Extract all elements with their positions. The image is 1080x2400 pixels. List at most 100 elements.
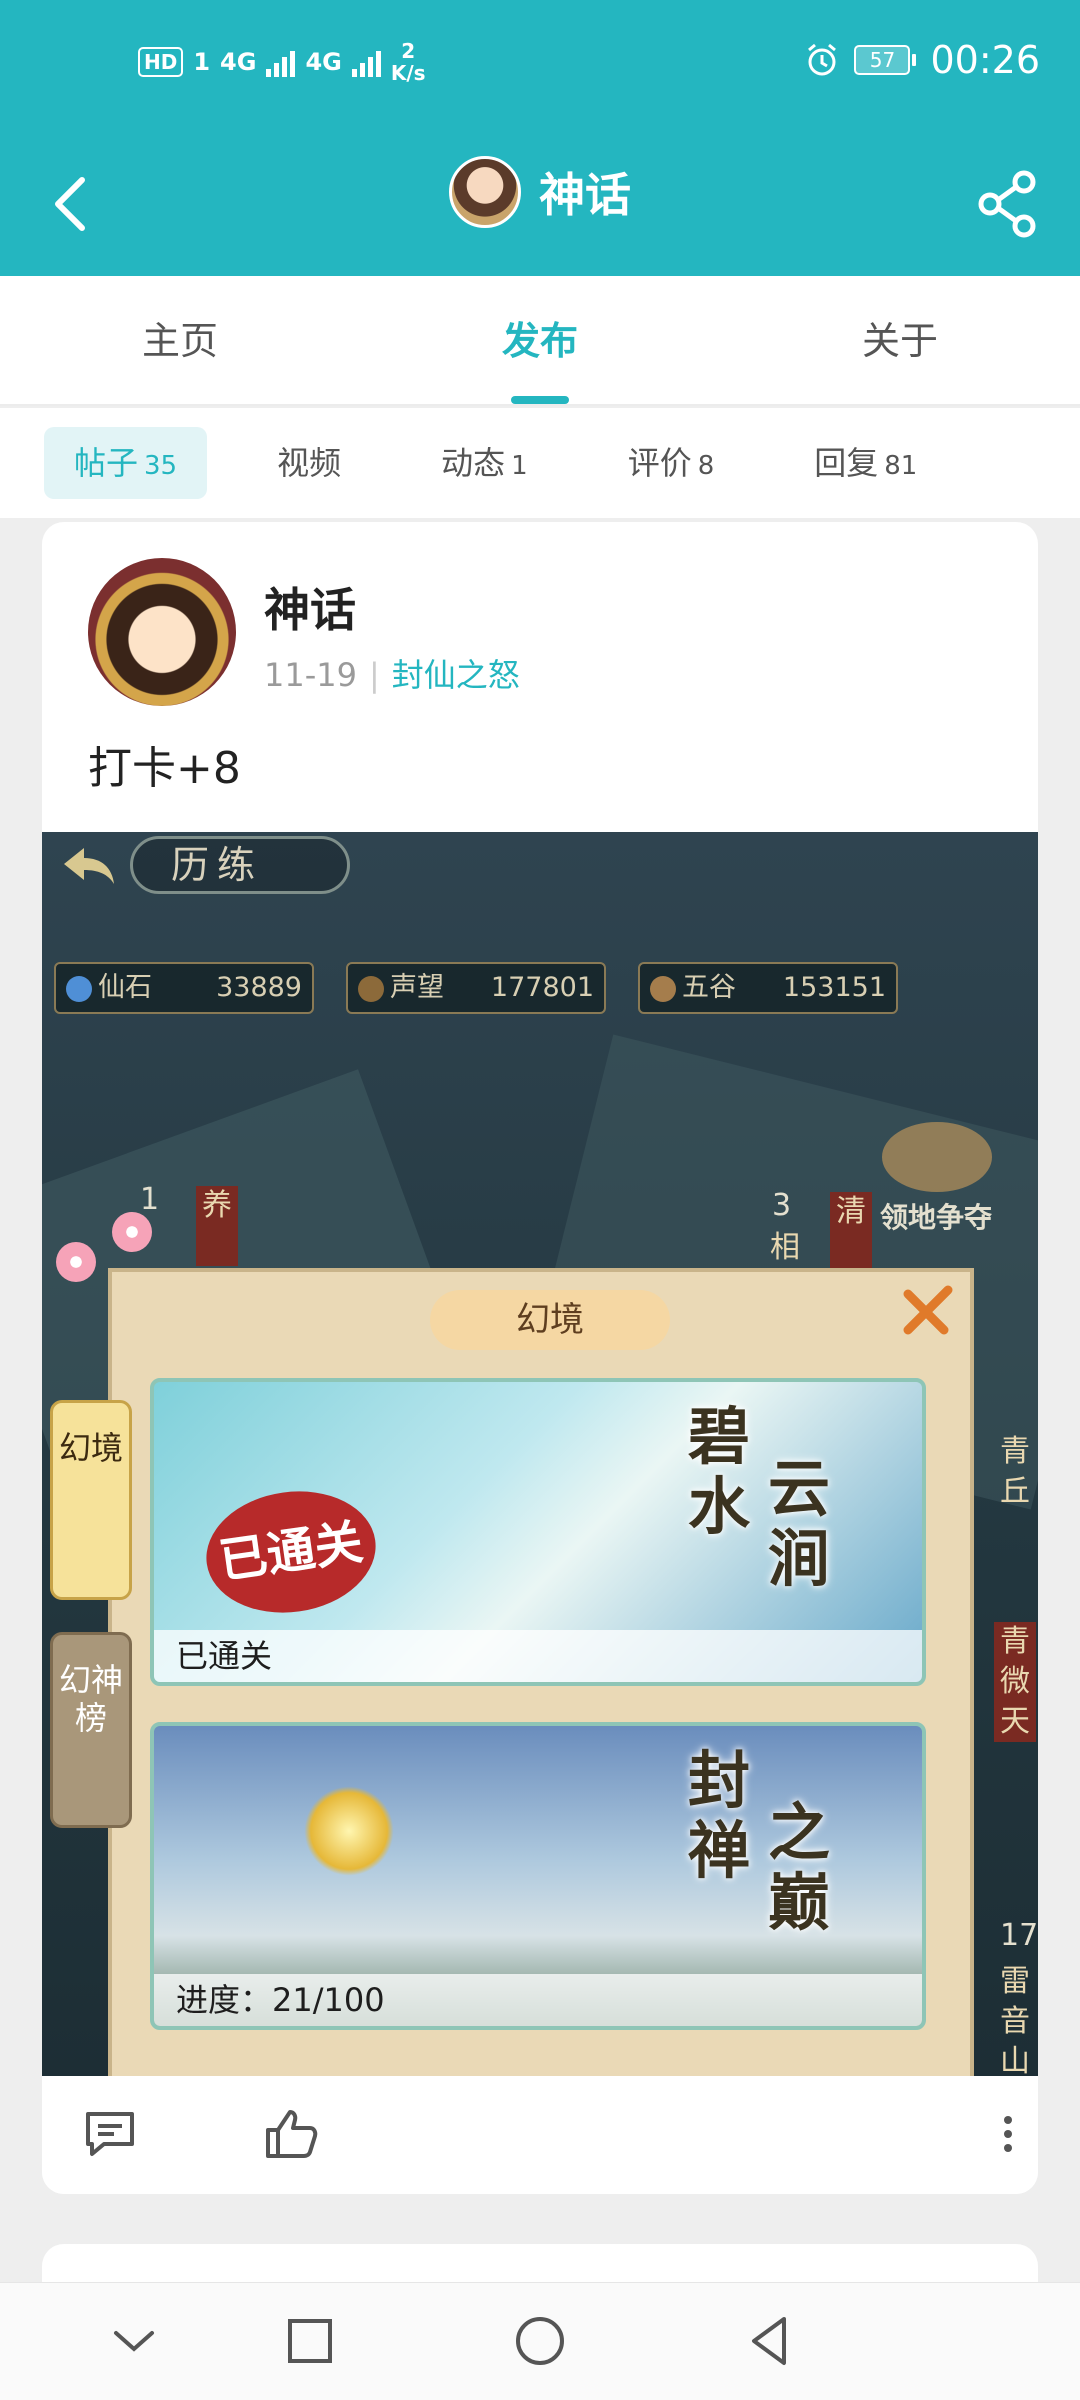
close-icon[interactable] (898, 1280, 958, 1340)
status-right: 57 00:26 (804, 38, 1040, 82)
resource-value: 177801 (490, 972, 594, 1003)
post-actions (42, 2076, 1038, 2194)
subtab-label: 视频 (277, 444, 342, 482)
signal-icon-2 (351, 47, 381, 77)
battery-icon: 57 (854, 45, 917, 75)
post-date: 11-19 (264, 656, 357, 694)
resource-stone: 仙石 33889 (54, 962, 314, 1014)
stage-name: 封 禅 之 巅 (678, 1746, 898, 1986)
share-icon (978, 170, 1036, 238)
profile-tabs: 主页 发布 关于 (0, 276, 1080, 406)
map-ribbon: 清 (830, 1192, 872, 1272)
subtab-replies[interactable]: 回复 81 (784, 427, 947, 499)
map-ribbon: 青微天 (994, 1622, 1036, 1742)
stage-char: 禅 (688, 1814, 751, 1887)
stage-char: 封 (688, 1744, 751, 1817)
stage-card[interactable]: 封 禅 之 巅 进度：21/100 (150, 1722, 926, 2030)
stage-char: 巅 (768, 1866, 831, 1939)
game-link[interactable]: 封仙之怒 (392, 656, 520, 694)
content-filter-tabs: 帖子 35 视频 动态 1 评价 8 回复 81 (0, 408, 1080, 518)
sim1-label: 1 (193, 48, 211, 76)
stage-card[interactable]: 已通关 碧 水 云 涧 已通关 (150, 1378, 926, 1686)
stage-char: 云 (768, 1452, 831, 1525)
subtab-reviews[interactable]: 评价 8 (598, 427, 745, 499)
tab-about[interactable]: 关于 (720, 276, 1080, 404)
image-header: 历练 (130, 836, 350, 894)
territory-emblem-icon (882, 1122, 992, 1192)
status-bar: HD 1 4G 4G 2 K/s 57 00:26 (0, 0, 1080, 132)
post-card[interactable]: 神话 11-19 | 封仙之怒 打卡+8 历练 仙石 33889 声望 177801 五… (42, 522, 1038, 2194)
subtab-label: 回复 (814, 444, 879, 482)
map-ribbon: 相 (770, 1230, 800, 1265)
system-nav-bar (0, 2282, 1080, 2400)
alarm-icon (808, 43, 837, 76)
avatar[interactable] (449, 156, 521, 228)
stage-char: 水 (688, 1470, 751, 1543)
subtab-moments[interactable]: 动态 1 (411, 427, 558, 499)
chevron-down-icon[interactable] (104, 2311, 164, 2371)
subtab-label: 帖子 (74, 444, 139, 482)
app-bar: 神话 (0, 132, 1080, 276)
author-avatar[interactable] (88, 558, 236, 706)
page-title: 神话 (539, 168, 631, 222)
illusion-panel: 幻境 已通关 碧 水 云 涧 已通关 封 禅 之 巅 进度：21/100 (108, 1268, 974, 2076)
vortex-icon (304, 1786, 394, 1876)
map-territory[interactable]: 领地争夺 (880, 1196, 992, 1236)
subtab-count: 1 (511, 451, 528, 481)
battery-level: 57 (854, 45, 911, 75)
subtab-threads[interactable]: 帖子 35 (44, 427, 208, 499)
panel-title: 幻境 (430, 1290, 670, 1350)
more-icon[interactable] (978, 2104, 1038, 2164)
resource-grain: 五谷 153151 (638, 962, 898, 1014)
resource-name: 仙石 (98, 972, 152, 1003)
share-button[interactable] (976, 170, 1040, 238)
side-tab-illusion[interactable]: 幻境 (50, 1400, 132, 1600)
back-nav-icon[interactable] (740, 2311, 800, 2371)
subtab-videos[interactable]: 视频 (247, 427, 371, 499)
subtab-label: 动态 (441, 444, 506, 482)
hd-badge: HD (138, 47, 184, 77)
recents-icon[interactable] (280, 2311, 340, 2371)
map-num: 17 (1000, 1918, 1038, 1953)
meta-divider: | (368, 656, 380, 694)
subtab-count: 8 (697, 451, 715, 481)
resource-value: 153151 (782, 972, 886, 1003)
undo-icon (64, 848, 114, 884)
map-num: 3 (772, 1188, 792, 1223)
net-speed-unit: K/s (390, 61, 426, 85)
stage-char: 之 (768, 1796, 831, 1869)
map-ribbon: 雷音山 (1000, 1964, 1030, 2076)
subtab-label: 评价 (627, 444, 692, 482)
author-name[interactable]: 神话 (264, 574, 356, 640)
home-icon[interactable] (510, 2311, 570, 2371)
comment-icon[interactable] (80, 2104, 140, 2164)
map-ribbon: 养 (196, 1186, 238, 1266)
signal-icon (266, 47, 296, 77)
resource-prestige: 声望 177801 (346, 962, 606, 1014)
stage-char: 涧 (768, 1522, 831, 1595)
net2-label: 4G (305, 48, 342, 76)
grain-icon (650, 975, 676, 1002)
status-left: HD 1 4G 4G 2 K/s (138, 40, 426, 84)
app-title-wrap: 神话 (0, 156, 1080, 228)
tab-posts[interactable]: 发布 (360, 276, 720, 404)
stage-progress: 进度：21/100 (154, 1974, 922, 2026)
tab-home[interactable]: 主页 (0, 276, 360, 404)
post-image[interactable]: 历练 仙石 33889 声望 177801 五谷 153151 1 养 3 相 清 领… (42, 832, 1038, 2076)
resource-value: 33889 (216, 972, 302, 1003)
stage-name: 碧 水 云 涧 (678, 1402, 898, 1642)
gem-icon (66, 975, 92, 1002)
cleared-stamp: 已通关 (198, 1480, 384, 1624)
prestige-icon (358, 975, 384, 1002)
blossom-icon (56, 1242, 96, 1282)
subtab-count: 81 (884, 451, 918, 481)
stage-status: 已通关 (154, 1630, 922, 1682)
side-tab-ranking[interactable]: 幻神榜 (50, 1632, 132, 1828)
clock: 00:26 (930, 38, 1040, 82)
like-icon[interactable] (260, 2104, 320, 2164)
post-meta: 11-19 | 封仙之怒 (264, 650, 520, 696)
blossom-icon (112, 1212, 152, 1252)
subtab-count: 35 (144, 451, 178, 481)
net-speed: 2 K/s (391, 40, 426, 84)
map-num: 1 (140, 1182, 160, 1217)
